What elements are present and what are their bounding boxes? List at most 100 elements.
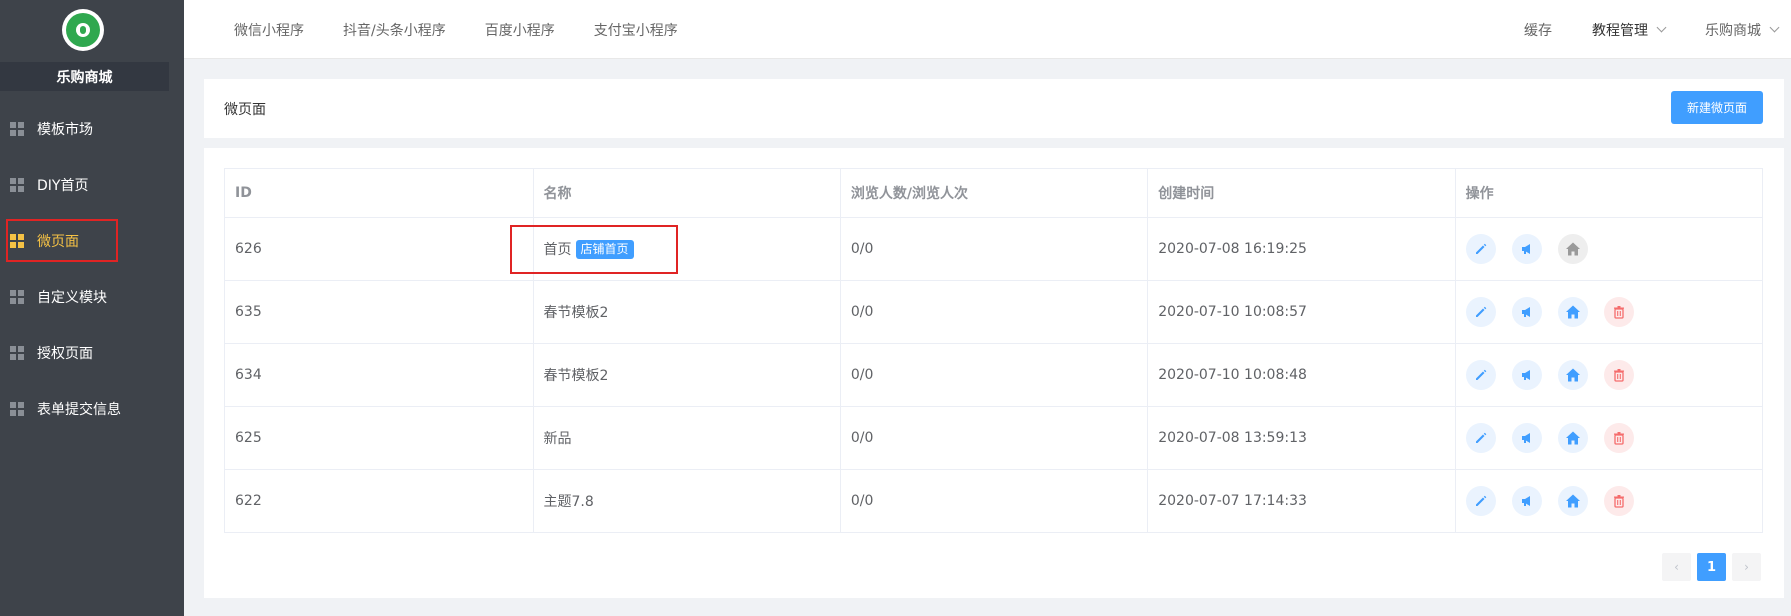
cell-actions: [1454, 469, 1764, 533]
prev-page-button[interactable]: ‹: [1662, 553, 1691, 581]
cell-actions: [1454, 406, 1764, 470]
megaphone-icon[interactable]: [1511, 234, 1542, 264]
table-card: ID 名称 浏览人数/浏览人次 创建时间 操作 626 首页 店铺首页 0/0 2020…: [204, 148, 1784, 598]
table-row: 625 新品 0/0 2020-07-08 13:59:13: [224, 406, 1764, 470]
cell-name: 首页 店铺首页: [509, 217, 841, 281]
top-right-menu: 缓存 教程管理 乐购商城: [1524, 0, 1791, 59]
pencil-icon[interactable]: [1465, 234, 1496, 264]
tab-alipay-miniprogram[interactable]: 支付宝小程序: [594, 20, 678, 40]
cell-id: 626: [224, 217, 534, 281]
sidebar-item-form-submissions[interactable]: 表单提交信息: [0, 381, 184, 437]
trash-icon[interactable]: [1603, 486, 1634, 516]
sidebar-item-label: DIY首页: [37, 178, 89, 194]
next-page-button[interactable]: ›: [1732, 553, 1761, 581]
cell-created: 2020-07-08 16:19:25: [1147, 217, 1456, 281]
page-name: 新品: [543, 431, 572, 447]
pencil-icon[interactable]: [1465, 360, 1496, 390]
trash-icon[interactable]: [1603, 297, 1634, 327]
megaphone-icon[interactable]: [1511, 423, 1542, 453]
page-name: 主题7.8: [543, 494, 594, 510]
sidebar-item-label: 授权页面: [37, 346, 93, 362]
row-actions: [1465, 360, 1762, 390]
sidebar: 乐购商城 模板市场 DIY首页 微页面 自定义模块 授权页面 表单提交信息: [0, 0, 184, 616]
cell-created: 2020-07-08 13:59:13: [1147, 406, 1456, 470]
house-icon[interactable]: [1557, 360, 1588, 390]
cell-actions: [1454, 217, 1764, 281]
grid-icon: [10, 346, 24, 360]
row-actions: [1465, 234, 1762, 264]
shop-logo[interactable]: [62, 9, 104, 51]
new-micro-page-button[interactable]: 新建微页面: [1671, 91, 1763, 124]
cell-name: 新品: [532, 406, 841, 470]
sidebar-item-label: 表单提交信息: [37, 402, 121, 418]
row-actions: [1465, 297, 1762, 327]
megaphone-icon[interactable]: [1511, 297, 1542, 327]
cell-views: 0/0: [839, 217, 1149, 281]
logo-mark: [66, 13, 100, 47]
column-header-name: 名称: [532, 168, 841, 218]
megaphone-icon[interactable]: [1511, 360, 1542, 390]
tab-douyin-miniprogram[interactable]: 抖音/头条小程序: [343, 20, 446, 40]
sidebar-item-label: 模板市场: [37, 122, 93, 138]
shop-home-badge: 店铺首页: [575, 240, 634, 260]
column-header-id: ID: [224, 168, 534, 218]
page-name: 春节模板2: [543, 305, 609, 321]
table-row: 635 春节模板2 0/0 2020-07-10 10:08:57: [224, 280, 1764, 344]
cache-link[interactable]: 缓存: [1524, 20, 1552, 40]
cell-views: 0/0: [839, 343, 1149, 407]
column-header-views: 浏览人数/浏览人次: [839, 168, 1149, 218]
shop-dropdown[interactable]: 乐购商城: [1705, 20, 1791, 40]
page-1-button[interactable]: 1: [1697, 553, 1726, 581]
sidebar-menu: 模板市场 DIY首页 微页面 自定义模块 授权页面 表单提交信息: [0, 101, 184, 437]
house-icon[interactable]: [1557, 297, 1588, 327]
cell-id: 635: [224, 280, 534, 344]
sidebar-item-micro-page[interactable]: 微页面: [0, 213, 184, 269]
sidebar-item-custom-module[interactable]: 自定义模块: [0, 269, 184, 325]
chevron-down-icon: [1656, 22, 1667, 33]
house-icon[interactable]: [1557, 423, 1588, 453]
tab-wechat-miniprogram[interactable]: 微信小程序: [234, 20, 304, 40]
row-actions: [1465, 486, 1762, 516]
house-icon: [1557, 234, 1588, 264]
house-icon[interactable]: [1557, 486, 1588, 516]
cell-name: 春节模板2: [532, 343, 841, 407]
micro-page-table: ID 名称 浏览人数/浏览人次 创建时间 操作 626 首页 店铺首页 0/0 2020…: [224, 168, 1764, 533]
cell-name: 春节模板2: [532, 280, 841, 344]
cell-id: 634: [224, 343, 534, 407]
cell-created: 2020-07-10 10:08:57: [1147, 280, 1456, 344]
grid-icon: [10, 178, 24, 192]
page-name: 首页: [543, 241, 572, 258]
pencil-icon[interactable]: [1465, 486, 1496, 516]
table-row: 634 春节模板2 0/0 2020-07-10 10:08:48: [224, 343, 1764, 407]
table-row: 626 首页 店铺首页 0/0 2020-07-08 16:19:25: [224, 217, 1764, 281]
tab-baidu-miniprogram[interactable]: 百度小程序: [485, 20, 555, 40]
trash-icon[interactable]: [1603, 423, 1634, 453]
platform-tabs: 微信小程序 抖音/头条小程序 百度小程序 支付宝小程序: [234, 0, 717, 59]
cell-actions: [1454, 280, 1764, 344]
column-header-created: 创建时间: [1147, 168, 1456, 218]
chevron-down-icon: [1769, 22, 1780, 33]
sidebar-item-diy-home[interactable]: DIY首页: [0, 157, 184, 213]
megaphone-icon[interactable]: [1511, 486, 1542, 516]
grid-icon: [10, 122, 24, 136]
pencil-icon[interactable]: [1465, 297, 1496, 327]
sidebar-item-template-market[interactable]: 模板市场: [0, 101, 184, 157]
pagination: ‹ 1 ›: [1662, 553, 1761, 581]
shop-label: 乐购商城: [1705, 22, 1761, 39]
grid-icon: [10, 402, 24, 416]
tutorial-dropdown[interactable]: 教程管理: [1592, 20, 1667, 40]
trash-icon[interactable]: [1603, 360, 1634, 390]
sidebar-item-label: 自定义模块: [37, 290, 107, 306]
sidebar-header: 乐购商城: [0, 0, 184, 101]
shop-name: 乐购商城: [0, 62, 169, 91]
cell-name: 主题7.8: [532, 469, 841, 533]
cell-views: 0/0: [839, 280, 1149, 344]
page-name: 春节模板2: [543, 368, 609, 384]
sidebar-item-auth-page[interactable]: 授权页面: [0, 325, 184, 381]
cell-views: 0/0: [839, 469, 1149, 533]
page-title: 微页面: [224, 101, 266, 118]
table-row: 622 主题7.8 0/0 2020-07-07 17:14:33: [224, 469, 1764, 533]
cell-actions: [1454, 343, 1764, 407]
pencil-icon[interactable]: [1465, 423, 1496, 453]
highlight-box: [6, 219, 118, 262]
